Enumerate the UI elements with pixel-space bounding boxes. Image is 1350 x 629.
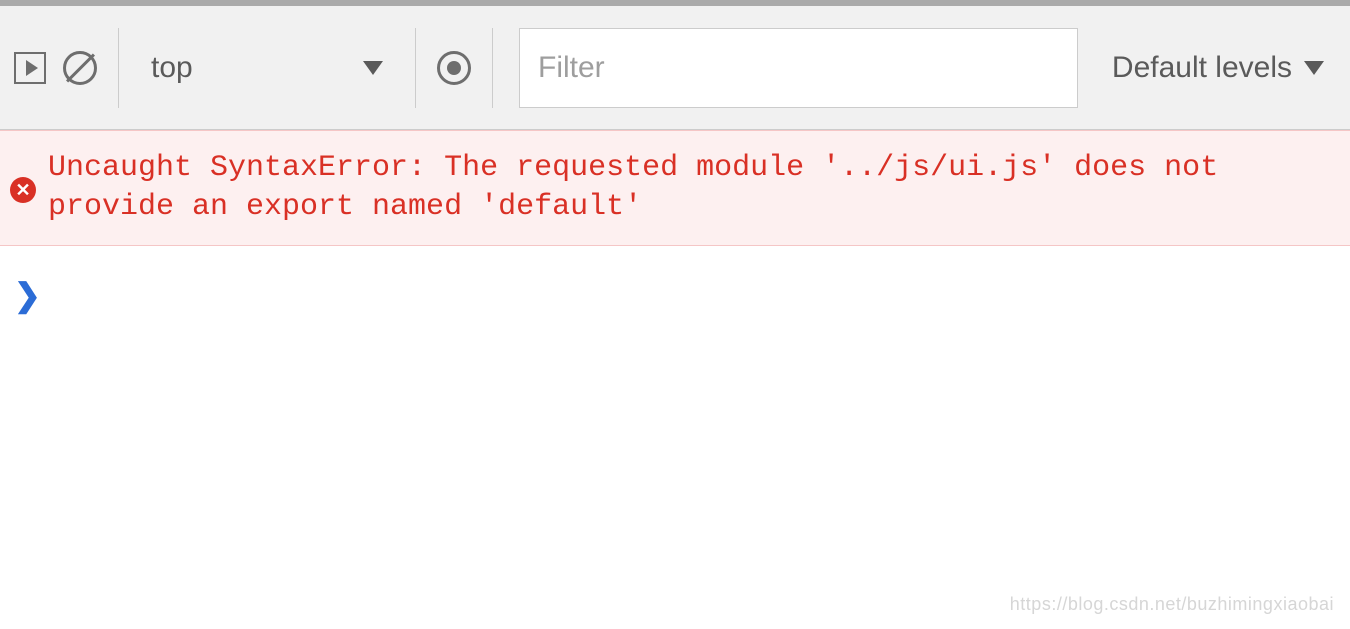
toolbar-divider	[118, 28, 119, 108]
console-toolbar: top Default levels	[0, 0, 1350, 130]
toolbar-divider	[415, 28, 416, 108]
console-error-row[interactable]: ✕ Uncaught SyntaxError: The requested mo…	[0, 130, 1350, 246]
toggle-console-sidebar-button[interactable]	[10, 48, 50, 88]
context-label: top	[151, 51, 193, 85]
live-expression-button[interactable]	[434, 48, 474, 88]
console-prompt[interactable]: ❯	[0, 246, 1350, 344]
eye-icon	[437, 51, 471, 85]
log-levels-select[interactable]: Default levels	[1096, 51, 1340, 85]
play-icon	[14, 52, 46, 84]
filter-input[interactable]	[519, 28, 1078, 108]
error-icon: ✕	[10, 177, 36, 203]
chevron-down-icon	[1304, 61, 1324, 75]
clear-icon	[63, 51, 97, 85]
chevron-down-icon	[363, 61, 383, 75]
clear-console-button[interactable]	[60, 48, 100, 88]
levels-label: Default levels	[1112, 51, 1292, 85]
execution-context-select[interactable]: top	[137, 38, 397, 98]
watermark: https://blog.csdn.net/buzhimingxiaobai	[1010, 594, 1334, 615]
error-message: Uncaught SyntaxError: The requested modu…	[48, 149, 1340, 227]
chevron-right-icon: ❯	[14, 277, 41, 313]
toolbar-divider	[492, 28, 493, 108]
